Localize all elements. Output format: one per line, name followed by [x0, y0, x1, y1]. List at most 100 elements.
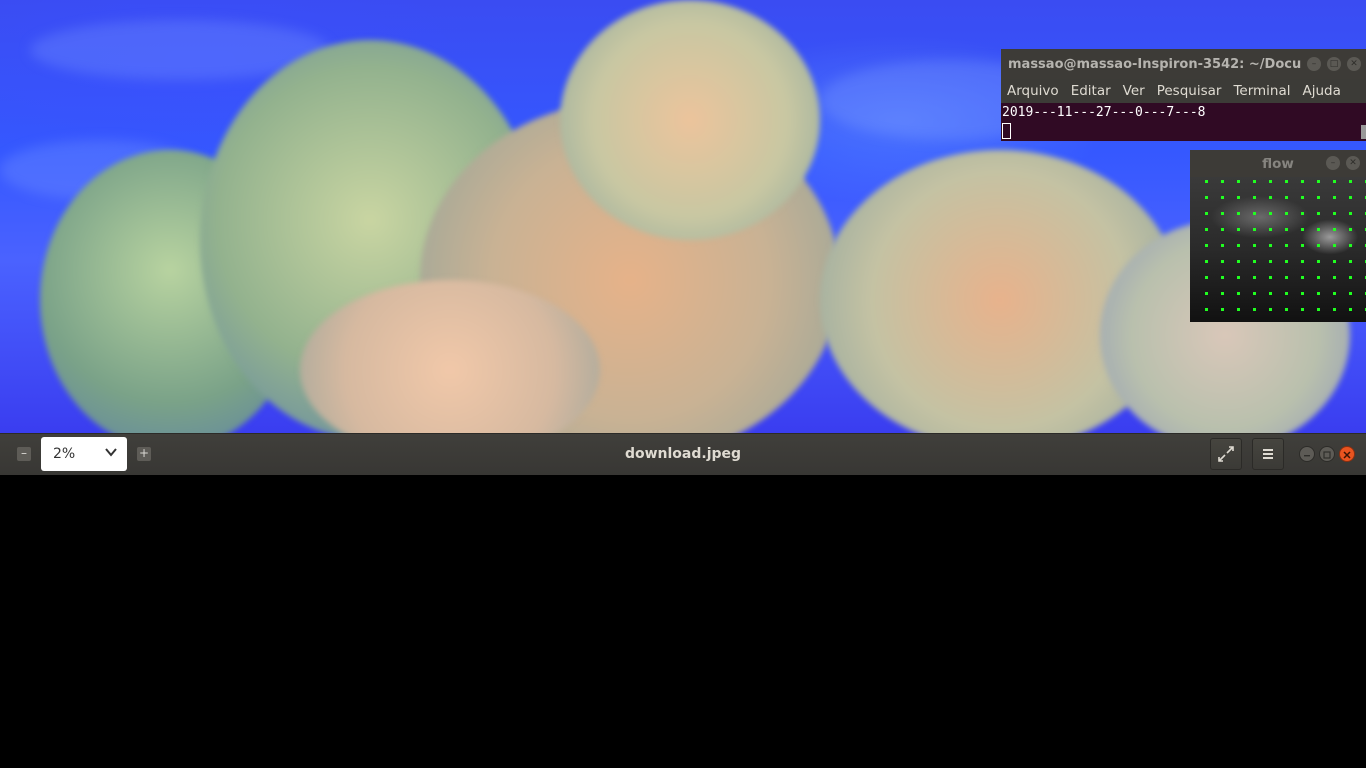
- flow-vector-dot: [1317, 276, 1320, 279]
- flow-vector-dot: [1301, 276, 1304, 279]
- flow-vector-dot: [1205, 180, 1208, 183]
- terminal-output-line: 2019---11---27---0---7---8: [1002, 105, 1206, 120]
- flow-vector-dot: [1253, 292, 1256, 295]
- flow-vector-dot: [1237, 180, 1240, 183]
- flow-vector-dot: [1237, 196, 1240, 199]
- flow-vector-dot: [1237, 212, 1240, 215]
- minimize-icon[interactable]: –: [1326, 156, 1340, 170]
- flow-vector-dot: [1205, 212, 1208, 215]
- menu-ver[interactable]: Ver: [1123, 83, 1145, 99]
- menu-ajuda[interactable]: Ajuda: [1303, 83, 1341, 99]
- flow-vector-dot: [1317, 260, 1320, 263]
- flow-vector-dot: [1349, 292, 1352, 295]
- flow-vector-dot: [1301, 228, 1304, 231]
- flow-titlebar[interactable]: flow – ✕: [1190, 150, 1366, 177]
- flow-vector-dot: [1333, 212, 1336, 215]
- flow-vector-dot: [1285, 260, 1288, 263]
- flow-vector-dot: [1205, 244, 1208, 247]
- flow-vector-dot: [1253, 276, 1256, 279]
- flow-vector-dot: [1205, 276, 1208, 279]
- flow-vector-dot: [1333, 244, 1336, 247]
- terminal-title: massao@massao-Inspiron-3542: ~/Docu...: [1008, 56, 1301, 72]
- flow-vector-dot: [1317, 244, 1320, 247]
- flow-vector-dot: [1253, 180, 1256, 183]
- flow-vector-dot: [1301, 212, 1304, 215]
- flow-vector-dot: [1205, 196, 1208, 199]
- flow-vector-dot: [1237, 228, 1240, 231]
- flow-vector-dot: [1269, 260, 1272, 263]
- viewer-filename: download.jpeg: [624, 446, 742, 462]
- flow-vector-dot: [1205, 260, 1208, 263]
- flow-vector-dot: [1285, 292, 1288, 295]
- minimize-icon[interactable]: –: [1307, 57, 1321, 71]
- flow-vector-dot: [1349, 276, 1352, 279]
- terminal-body[interactable]: 2019---11---27---0---7---8: [1001, 103, 1366, 141]
- maximize-icon[interactable]: □: [1327, 57, 1341, 71]
- flow-vector-dot: [1269, 308, 1272, 311]
- flow-vector-dot: [1221, 228, 1224, 231]
- flow-vector-dot: [1221, 260, 1224, 263]
- flow-vector-dot: [1237, 244, 1240, 247]
- flow-vector-dot: [1301, 292, 1304, 295]
- menu-pesquisar[interactable]: Pesquisar: [1157, 83, 1222, 99]
- flow-vector-dot: [1333, 276, 1336, 279]
- terminal-menubar: Arquivo Editar Ver Pesquisar Terminal Aj…: [1001, 79, 1366, 103]
- close-icon[interactable]: ✕: [1347, 57, 1361, 71]
- menu-button[interactable]: [1252, 438, 1284, 470]
- flow-vector-dot: [1221, 308, 1224, 311]
- flow-vector-dot: [1205, 228, 1208, 231]
- flow-window[interactable]: flow – ✕: [1190, 150, 1366, 322]
- flow-vector-dot: [1221, 212, 1224, 215]
- flow-vector-dot: [1237, 260, 1240, 263]
- flow-vector-dot: [1237, 276, 1240, 279]
- fullscreen-button[interactable]: [1210, 438, 1242, 470]
- flow-vector-dot: [1269, 276, 1272, 279]
- flow-vector-dot: [1317, 228, 1320, 231]
- flow-visualization: [1190, 177, 1366, 322]
- flow-vector-dot: [1317, 180, 1320, 183]
- flow-vector-dot: [1285, 276, 1288, 279]
- close-icon[interactable]: ✕: [1346, 156, 1360, 170]
- flow-vector-dot: [1253, 308, 1256, 311]
- menu-editar[interactable]: Editar: [1071, 83, 1111, 99]
- image-viewer-canvas[interactable]: [0, 475, 1366, 768]
- flow-vector-dot: [1205, 292, 1208, 295]
- flow-vector-dot: [1301, 180, 1304, 183]
- flow-vector-dot: [1349, 244, 1352, 247]
- flow-vector-dot: [1285, 196, 1288, 199]
- flow-vector-dot: [1301, 260, 1304, 263]
- flow-vector-dot: [1301, 244, 1304, 247]
- flow-vector-dot: [1349, 308, 1352, 311]
- terminal-window[interactable]: massao@massao-Inspiron-3542: ~/Docu... –…: [1001, 49, 1366, 141]
- flow-vector-dot: [1349, 260, 1352, 263]
- flow-vector-dot: [1285, 244, 1288, 247]
- flow-vector-dot: [1269, 244, 1272, 247]
- flow-vector-dot: [1349, 212, 1352, 215]
- terminal-titlebar[interactable]: massao@massao-Inspiron-3542: ~/Docu... –…: [1001, 49, 1366, 79]
- minimize-icon[interactable]: [1299, 446, 1315, 462]
- hamburger-menu-icon: [1263, 449, 1273, 459]
- flow-vector-dot: [1269, 292, 1272, 295]
- flow-vector-dot: [1205, 308, 1208, 311]
- menu-terminal[interactable]: Terminal: [1233, 83, 1290, 99]
- flow-vector-dot: [1333, 292, 1336, 295]
- desktop: massao@massao-Inspiron-3542: ~/Docu... –…: [0, 0, 1366, 768]
- flow-vector-dot: [1269, 228, 1272, 231]
- flow-vector-dot: [1221, 180, 1224, 183]
- terminal-cursor: [1002, 123, 1011, 139]
- flow-vector-dot: [1253, 196, 1256, 199]
- flow-vector-dot: [1253, 228, 1256, 231]
- flow-vector-dot: [1269, 180, 1272, 183]
- flow-vector-dot: [1221, 292, 1224, 295]
- flow-vector-dot: [1317, 292, 1320, 295]
- flow-vector-dot: [1333, 196, 1336, 199]
- fullscreen-icon: [1218, 446, 1234, 462]
- terminal-scrollbar[interactable]: [1361, 125, 1366, 139]
- flow-vector-dot: [1349, 228, 1352, 231]
- flow-vector-dot: [1349, 196, 1352, 199]
- menu-arquivo[interactable]: Arquivo: [1007, 83, 1059, 99]
- flow-vector-dot: [1285, 308, 1288, 311]
- close-icon[interactable]: [1339, 446, 1355, 462]
- maximize-icon[interactable]: [1319, 446, 1335, 462]
- flow-vector-dot: [1333, 260, 1336, 263]
